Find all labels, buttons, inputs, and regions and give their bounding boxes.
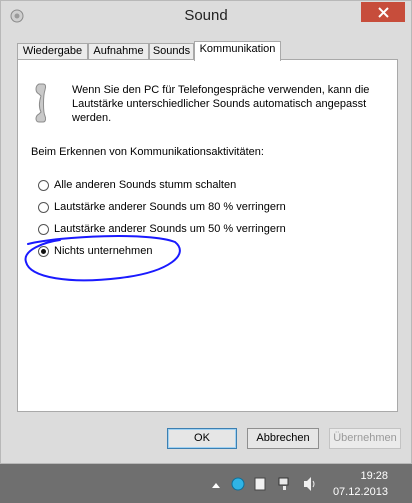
cancel-button[interactable]: Abbrechen [247,428,319,449]
option-label: Nichts unternehmen [54,245,153,257]
intro-text: Wenn Sie den PC für Telefongespräche ver… [72,84,370,124]
option-label: Alle anderen Sounds stumm schalten [54,179,237,191]
title-bar[interactable]: Sound [1,1,411,33]
flag-icon[interactable] [254,477,266,494]
section-label: Beim Erkennen von Kommunikationsaktivitä… [31,146,264,158]
window-title: Sound [184,7,228,24]
taskbar: 19:28 07.12.2013 [0,464,412,503]
speaker-volume-icon[interactable] [303,476,317,495]
sound-dialog: Sound Wiedergabe Aufnahme Sounds Kommuni… [0,0,412,464]
radio-button[interactable] [38,179,49,191]
show-hidden-icons-icon[interactable] [212,479,220,493]
tab-aufnahme[interactable]: Aufnahme [88,43,149,60]
ok-button[interactable]: OK [167,428,237,449]
telephone-icon [33,82,55,124]
radio-button[interactable] [38,201,49,213]
taskbar-clock[interactable]: 19:28 07.12.2013 [333,468,388,500]
option-reduce-50[interactable]: Lautstärke anderer Sounds um 50 % verrin… [38,221,286,237]
network-globe-icon[interactable] [231,477,245,494]
option-label: Lautstärke anderer Sounds um 80 % verrin… [54,201,286,213]
option-do-nothing[interactable]: Nichts unternehmen [38,243,152,259]
network-icon[interactable] [277,476,293,495]
radio-button-selected[interactable] [38,245,49,257]
clock-date: 07.12.2013 [332,486,388,498]
option-mute-all[interactable]: Alle anderen Sounds stumm schalten [38,177,236,193]
close-icon [377,6,389,18]
tab-sounds[interactable]: Sounds [149,43,194,60]
clock-time: 19:28 [360,470,388,482]
tab-kommunikation[interactable]: Kommunikation [194,41,281,61]
tab-wiedergabe[interactable]: Wiedergabe [17,43,88,60]
option-reduce-80[interactable]: Lautstärke anderer Sounds um 80 % verrin… [38,199,286,215]
close-button[interactable] [361,2,405,22]
kommunikation-panel: Wenn Sie den PC für Telefongespräche ver… [17,59,398,412]
radio-button[interactable] [38,223,49,235]
apply-button[interactable]: Übernehmen [329,428,401,449]
option-label: Lautstärke anderer Sounds um 50 % verrin… [54,223,286,235]
